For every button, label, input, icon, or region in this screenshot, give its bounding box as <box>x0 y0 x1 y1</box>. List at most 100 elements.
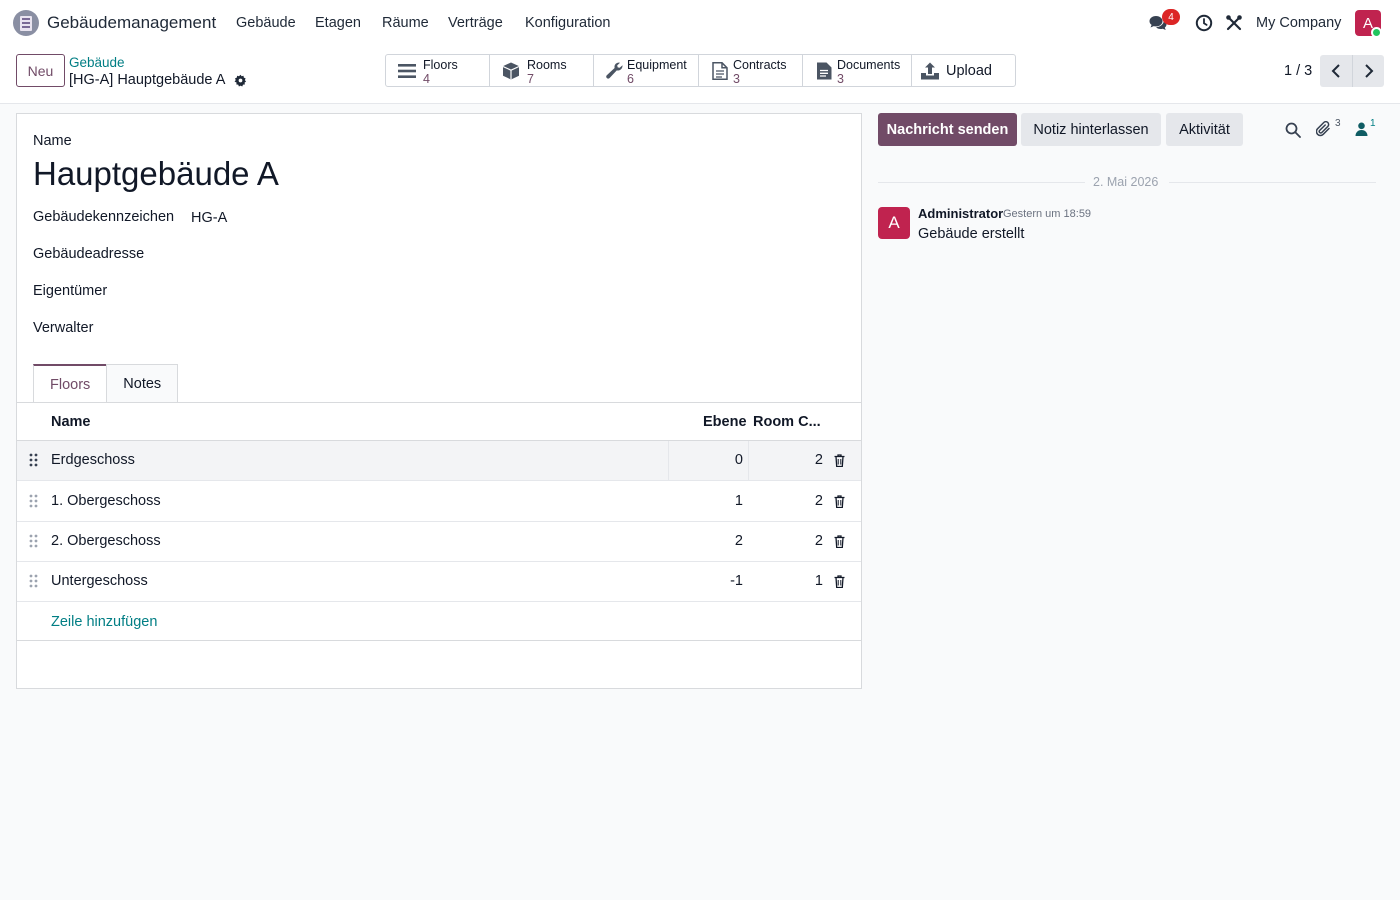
row-room-count: 2 <box>814 493 823 509</box>
floors-smart-button[interactable]: Floors 4 <box>386 55 490 86</box>
manager-label: Verwalter <box>33 320 94 336</box>
trash-icon[interactable] <box>834 454 845 467</box>
row-level: 2 <box>734 533 743 549</box>
contracts-count: 3 <box>733 72 740 86</box>
floors-count: 4 <box>423 72 430 86</box>
column-level[interactable]: Ebene <box>703 414 747 430</box>
online-status-dot <box>1371 27 1382 38</box>
trash-icon[interactable] <box>834 495 845 508</box>
control-panel: Neu Gebäude [HG-A] Hauptgebäude A Floors… <box>0 46 1400 104</box>
gear-icon[interactable] <box>234 74 247 87</box>
column-name[interactable]: Name <box>51 414 91 430</box>
row-room-count: 1 <box>814 573 823 589</box>
contracts-label: Contracts <box>733 58 787 72</box>
breadcrumb-current: [HG-A] Hauptgebäude A <box>69 72 226 88</box>
tab-notes[interactable]: Notes <box>106 364 179 403</box>
menu-vertraege[interactable]: Verträge <box>448 15 503 31</box>
upload-label: Upload <box>946 63 992 79</box>
followers-icon[interactable] <box>1355 122 1368 136</box>
table-row[interactable]: Untergeschoss -1 1 <box>17 562 861 602</box>
menu-raeume[interactable]: Räume <box>382 15 429 31</box>
menu-konfiguration[interactable]: Konfiguration <box>525 15 610 31</box>
building-code-label: Gebäudekennzeichen <box>33 209 175 225</box>
upload-icon <box>921 62 939 80</box>
row-name: 2. Obergeschoss <box>51 533 161 549</box>
tools-icon[interactable] <box>1225 14 1243 32</box>
followers-count: 1 <box>1370 118 1376 129</box>
chevron-right-icon <box>1364 64 1373 78</box>
row-name: Erdgeschoss <box>51 452 135 468</box>
building-address-label: Gebäudeadresse <box>33 246 145 262</box>
top-navbar: Gebäudemanagement Gebäude Etagen Räume V… <box>0 0 1400 46</box>
pager-previous-button[interactable] <box>1320 55 1352 87</box>
activity-button[interactable]: Aktivität <box>1166 113 1243 146</box>
attachments-count: 3 <box>1335 118 1341 129</box>
message-timestamp: Gestern um 18:59 <box>1003 208 1092 220</box>
table-header: Name Ebene Room C... <box>17 403 861 441</box>
notebook-tabs: Floors Notes <box>33 364 179 403</box>
contracts-smart-button[interactable]: Contracts 3 <box>699 55 803 86</box>
pager-next-button[interactable] <box>1352 55 1384 87</box>
message-author[interactable]: Administrator <box>918 206 1003 221</box>
document-icon <box>817 62 832 80</box>
column-room-count[interactable]: Room C... <box>753 414 821 430</box>
rooms-label: Rooms <box>527 58 567 72</box>
trash-icon[interactable] <box>834 535 845 548</box>
message-author-avatar[interactable]: A <box>878 207 910 239</box>
log-note-button[interactable]: Notiz hinterlassen <box>1021 113 1161 146</box>
table-row[interactable]: 2. Obergeschoss 2 2 <box>17 522 861 562</box>
documents-label: Documents <box>837 58 901 72</box>
drag-handle-icon[interactable] <box>29 574 38 588</box>
date-separator: 2. Mai 2026 <box>878 175 1376 191</box>
row-name: 1. Obergeschoss <box>51 493 161 509</box>
trash-icon[interactable] <box>834 575 845 588</box>
tab-floors[interactable]: Floors <box>33 364 108 403</box>
equipment-count: 6 <box>627 72 634 86</box>
drag-handle-icon[interactable] <box>29 494 38 508</box>
pager-value[interactable]: 1 / 3 <box>1284 63 1312 79</box>
chat-count-badge: 4 <box>1162 9 1180 25</box>
wrench-icon <box>606 62 623 79</box>
table-row[interactable]: Erdgeschoss 0 2 <box>17 441 861 481</box>
paperclip-icon[interactable] <box>1316 121 1332 138</box>
list-icon <box>398 64 416 78</box>
row-level: 1 <box>734 493 743 509</box>
equipment-label: Equipment <box>627 58 687 72</box>
table-row[interactable]: 1. Obergeschoss 1 2 <box>17 482 861 522</box>
drag-handle-icon[interactable] <box>29 453 38 467</box>
app-name[interactable]: Gebäudemanagement <box>47 13 216 33</box>
drag-handle-icon[interactable] <box>29 534 38 548</box>
send-message-button[interactable]: Nachricht senden <box>878 113 1017 146</box>
rooms-count: 7 <box>527 72 534 86</box>
building-code-field[interactable]: HG-A <box>191 210 227 226</box>
date-label: 2. Mai 2026 <box>1093 175 1159 189</box>
menu-gebaeude[interactable]: Gebäude <box>236 15 296 31</box>
table-footer-divider <box>17 640 861 641</box>
add-line-link[interactable]: Zeile hinzufügen <box>51 614 157 630</box>
new-button[interactable]: Neu <box>16 54 65 87</box>
row-room-count: 2 <box>814 452 823 468</box>
message-body: Gebäude erstellt <box>918 226 1025 242</box>
documents-smart-button[interactable]: Documents 3 <box>803 55 912 86</box>
row-name: Untergeschoss <box>51 573 148 589</box>
building-app-icon[interactable] <box>13 10 39 36</box>
form-sheet: Name Hauptgebäude A Gebäudekennzeichen H… <box>16 113 862 689</box>
chevron-left-icon <box>1331 64 1340 78</box>
menu-etagen[interactable]: Etagen <box>315 15 361 31</box>
company-switcher[interactable]: My Company <box>1256 15 1341 31</box>
smart-buttons: Floors 4 Rooms 7 Equipment 6 Contracts 3… <box>385 54 1016 87</box>
breadcrumb-parent[interactable]: Gebäude <box>69 55 125 70</box>
upload-button[interactable]: Upload <box>912 55 1015 86</box>
documents-count: 3 <box>837 72 844 86</box>
search-icon[interactable] <box>1285 122 1301 138</box>
cube-icon <box>502 62 520 80</box>
clock-icon[interactable] <box>1195 14 1213 32</box>
rooms-smart-button[interactable]: Rooms 7 <box>490 55 594 86</box>
row-room-count: 2 <box>814 533 823 549</box>
owner-label: Eigentümer <box>33 283 108 299</box>
row-level: 0 <box>734 452 743 468</box>
equipment-smart-button[interactable]: Equipment 6 <box>594 55 699 86</box>
record-title[interactable]: Hauptgebäude A <box>33 155 279 193</box>
floors-label: Floors <box>423 58 458 72</box>
file-icon <box>712 62 728 80</box>
